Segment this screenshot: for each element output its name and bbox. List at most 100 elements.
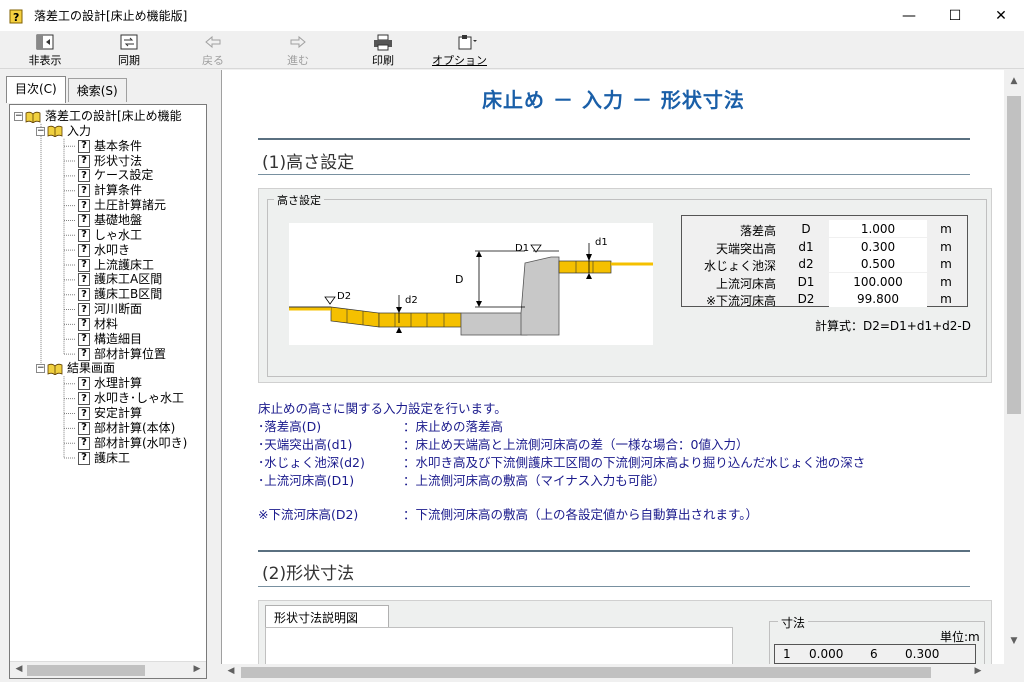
tree-topic-item[interactable]: ? しゃ水工 <box>78 228 142 243</box>
tree-topic-item[interactable]: ? 護床工A区間 <box>78 272 162 287</box>
sync-button[interactable]: 同期 <box>113 33 145 67</box>
back-button[interactable]: 戻る <box>198 33 228 67</box>
tree-topic-item[interactable]: ? 部材計算(本体) <box>78 421 175 436</box>
tree-topic-item[interactable]: ? 部材計算位置 <box>78 347 166 362</box>
help-topic-icon: ? <box>78 213 90 227</box>
tree-topic-label: 河川断面 <box>94 302 143 317</box>
scroll-right-arrow-icon[interactable]: ▶ <box>190 664 204 677</box>
downstream-apron-blocks <box>330 306 462 328</box>
dimension-group: 寸法 単位:m 1 0.000 6 0.300 <box>769 614 985 664</box>
tree-topic-item[interactable]: ? 部材計算(水叩き) <box>78 436 187 451</box>
tree-folder-label: 落差工の設計[床止め機能 <box>45 109 182 123</box>
help-topic-icon: ? <box>78 154 90 168</box>
tree-topic-item[interactable]: ? 基本条件 <box>78 139 142 154</box>
description-line: ･水じょく池深(d2) ：水叩き高及び下流側護床工区間の下流側河床高より掘り込んだ… <box>258 454 865 471</box>
tree-topic-item[interactable]: ? 護床工 <box>78 451 130 466</box>
tab-contents[interactable]: 目次(C) <box>6 76 66 103</box>
tree-topic-item[interactable]: ? 水叩き･しゃ水工 <box>78 391 184 406</box>
help-topic-icon: ? <box>78 317 90 331</box>
param-value-field[interactable]: 0.300 <box>829 237 927 255</box>
options-button[interactable]: オプション(O) <box>432 33 502 81</box>
content-vertical-scrollbar[interactable]: ▲ ▼ <box>1004 70 1024 681</box>
param-value-field[interactable]: 0.500 <box>829 255 927 272</box>
tree-topic-item[interactable]: ? 土圧計算諸元 <box>78 198 166 213</box>
help-app-icon: ? <box>8 7 26 25</box>
tree-topic-item[interactable]: ? ケース設定 <box>78 168 153 183</box>
dim-row-value1: 0.000 <box>809 647 844 661</box>
note-value: ：下流側河床高の敷高（上の各設定値から自動算出されます。） <box>403 507 759 522</box>
tree-horizontal-scrollbar[interactable]: ◀ ▶ <box>10 661 206 678</box>
help-topic-icon: ? <box>78 303 90 317</box>
param-value-field[interactable]: 100.000 <box>829 272 927 290</box>
content-scroll-right-arrow-icon[interactable]: ▶ <box>971 666 985 679</box>
tree-topic-label: 水叩き･しゃ水工 <box>94 391 185 406</box>
tree-topic-item[interactable]: ? 水理計算 <box>78 376 142 391</box>
label-d1: d1 <box>595 237 608 248</box>
tree-topic-label: 材料 <box>94 316 119 331</box>
param-symbol: D <box>801 222 811 236</box>
param-unit: m <box>940 274 952 289</box>
scroll-left-arrow-icon[interactable]: ◀ <box>12 664 26 677</box>
close-button[interactable]: ✕ <box>978 0 1024 31</box>
dim-row-no: 1 <box>783 647 791 661</box>
forward-button[interactable]: 進む <box>283 33 313 67</box>
help-topic-icon: ? <box>78 377 90 391</box>
shape-dimension-panel: 形状寸法説明図 寸法 単位:m 1 0.000 6 0.300 <box>258 600 992 664</box>
tree-topic-item[interactable]: ? 材料 <box>78 317 118 332</box>
tree-topic-item[interactable]: ? 基礎地盤 <box>78 213 142 228</box>
collapse-icon[interactable]: − <box>36 364 45 374</box>
content-scroll-left-arrow-icon[interactable]: ◀ <box>224 666 238 679</box>
maximize-button[interactable]: ☐ <box>932 0 978 31</box>
tree-topic-label: 水理計算 <box>94 376 143 391</box>
desc-key: ･天端突出高(d1) <box>258 437 353 452</box>
minimize-button[interactable]: — <box>886 0 932 31</box>
help-topic-icon: ? <box>78 392 90 406</box>
desc-value: ：水叩き高及び下流側護床工区間の下流側河床高より掘り込んだ水じょく池の深さ <box>403 455 866 470</box>
scroll-up-arrow-icon[interactable]: ▲ <box>1007 76 1021 90</box>
tree-topic-item[interactable]: ? 形状寸法 <box>78 154 142 169</box>
tree-topic-label: 構造細目 <box>94 331 143 346</box>
print-label: 印刷 <box>372 54 394 67</box>
collapse-icon[interactable]: − <box>36 126 45 136</box>
tab-search[interactable]: 検索(S) <box>67 78 127 102</box>
parameter-row: 落差高 D 1.000 m <box>686 220 964 238</box>
shape-diagram-area <box>265 627 733 664</box>
page-title: 床止め － 入力 － 形状寸法 <box>482 88 745 112</box>
back-label: 戻る <box>202 54 224 67</box>
content-vscroll-thumb[interactable] <box>1007 96 1021 414</box>
hide-button[interactable]: 非表示 <box>24 33 66 67</box>
tree-hscroll-thumb[interactable] <box>27 665 145 676</box>
title-bar: ? 落差工の設計[床止め機能版] — ☐ ✕ <box>0 0 1024 31</box>
content-hscroll-thumb[interactable] <box>241 667 931 678</box>
tree-topic-label: 基礎地盤 <box>94 212 143 227</box>
tree-topic-item[interactable]: ? 安定計算 <box>78 406 142 421</box>
collapse-icon[interactable]: − <box>14 112 23 121</box>
tree-topic-item[interactable]: ? 計算条件 <box>78 183 142 198</box>
desc-key: ･水じょく池深(d2) <box>258 455 365 470</box>
tree-topic-item[interactable]: ? 河川断面 <box>78 302 142 317</box>
tree-topic-item[interactable]: ? 護床工B区間 <box>78 287 162 302</box>
content-horizontal-scrollbar[interactable]: ◀ ▶ <box>221 664 1004 681</box>
param-value-field[interactable]: 99.800 <box>829 290 927 307</box>
help-topic-icon: ? <box>78 184 90 198</box>
tab-shape-diagram[interactable]: 形状寸法説明図 <box>265 605 389 627</box>
height-setting-panel: 高さ設定 D d2 d1 D1 D2 落差高 D 1.000 m 天端突出高 d… <box>258 188 992 383</box>
tree-topic-item[interactable]: ? 上流護床工 <box>78 258 154 273</box>
help-topic-icon: ? <box>78 436 90 450</box>
tree-root[interactable]: − 落差工の設計[床止め機能 <box>14 109 182 124</box>
tree-topic-item[interactable]: ? 水叩き <box>78 243 130 258</box>
apron-slab <box>460 312 528 336</box>
section1-rule-bottom <box>258 174 970 175</box>
tree-folder-results[interactable]: − 結果画面 <box>36 361 115 376</box>
label-D2: D2 <box>337 291 351 302</box>
help-topic-icon: ? <box>78 139 90 153</box>
param-unit: m <box>940 239 952 254</box>
tree-topic-item[interactable]: ? 構造細目 <box>78 332 142 347</box>
tree-folder-input[interactable]: − 入力 <box>36 124 91 139</box>
description-line: ･天端突出高(d1) ：床止め天端高と上流側河床高の差（一様な場合：0値入力） <box>258 436 748 453</box>
help-topic-icon: ? <box>78 421 90 435</box>
scroll-down-arrow-icon[interactable]: ▼ <box>1007 636 1021 650</box>
upstream-apron-blocks <box>558 260 653 274</box>
print-button[interactable]: 印刷 <box>368 33 398 67</box>
param-value-field[interactable]: 1.000 <box>829 220 927 237</box>
